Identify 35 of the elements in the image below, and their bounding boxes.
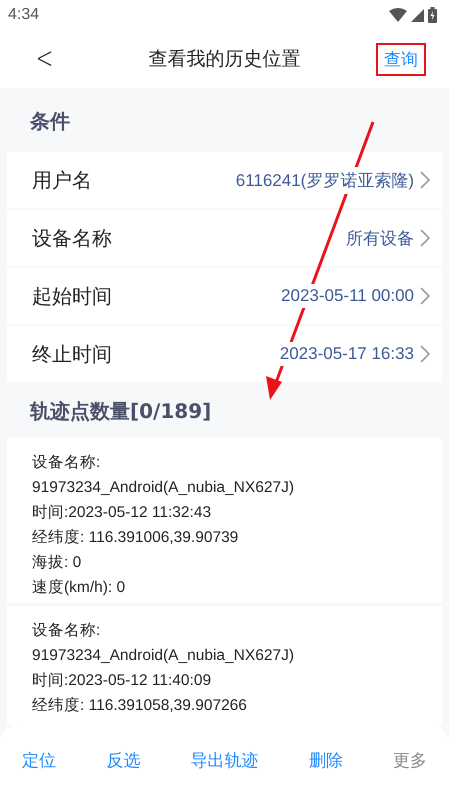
- page-title: 查看我的历史位置: [148, 48, 300, 70]
- chevron-right-icon: [420, 345, 430, 363]
- chevron-right-icon: [420, 171, 430, 189]
- condition-label: 起始时间: [32, 282, 112, 310]
- condition-row[interactable]: 起始时间 2023-05-11 00:00: [7, 268, 442, 324]
- record-line: 91973234_Android(A_nubia_NX627J): [32, 478, 295, 498]
- record-line: 经纬度: 116.391058,39.907266: [32, 696, 248, 716]
- record-line: 设备名称:: [32, 453, 102, 473]
- condition-label: 设备名称: [32, 224, 112, 252]
- condition-label: 终止时间: [32, 340, 112, 368]
- record-line: 速度(km/h): 0: [32, 578, 126, 598]
- record-line: 海拔: 0: [32, 553, 82, 573]
- chevron-right-icon: [420, 287, 430, 305]
- track-point-card[interactable]: 设备名称: 91973234_Android(A_nubia_NX627J) 时间:2023-05-12 11:32:43 经纬度: 116.391006,39.90739 海拔: 0 速度(km/h): 0: [7, 438, 442, 603]
- record-line: 时间:2023-05-12 11:40:09: [32, 671, 212, 691]
- chevron-right-icon: [420, 229, 430, 247]
- track-point-card[interactable]: 设备名称: 91973234_Android(A_nubia_NX627J) 时间:2023-05-12 11:40:09 经纬度: 116.391058,39.907266: [7, 606, 442, 725]
- battery-icon: [428, 7, 437, 23]
- wifi-icon: [389, 8, 407, 22]
- condition-value: 2023-05-11 00:00: [281, 284, 414, 308]
- signal-icon: [411, 8, 424, 22]
- condition-label: 用户名: [32, 166, 92, 194]
- record-line: 设备名称:: [32, 621, 102, 641]
- record-line: 时间:2023-05-12 11:32:43: [32, 503, 212, 523]
- section-title: 轨迹点数量[0/189]: [28, 398, 212, 425]
- status-time: 4:34: [8, 6, 40, 24]
- section-title: 条件: [28, 108, 71, 135]
- record-line: 91973234_Android(A_nubia_NX627J): [32, 646, 295, 666]
- condition-row[interactable]: 用户名 6116241(罗罗诺亚索隆): [7, 152, 442, 208]
- condition-row[interactable]: 设备名称 所有设备: [7, 210, 442, 266]
- condition-row[interactable]: 终止时间 2023-05-17 16:33: [7, 326, 442, 382]
- condition-value: 2023-05-17 16:33: [280, 342, 414, 366]
- condition-value: 6116241(罗罗诺亚索隆): [236, 166, 414, 194]
- record-line: 经纬度: 116.391006,39.90739: [32, 528, 240, 548]
- back-button[interactable]: <: [32, 42, 56, 76]
